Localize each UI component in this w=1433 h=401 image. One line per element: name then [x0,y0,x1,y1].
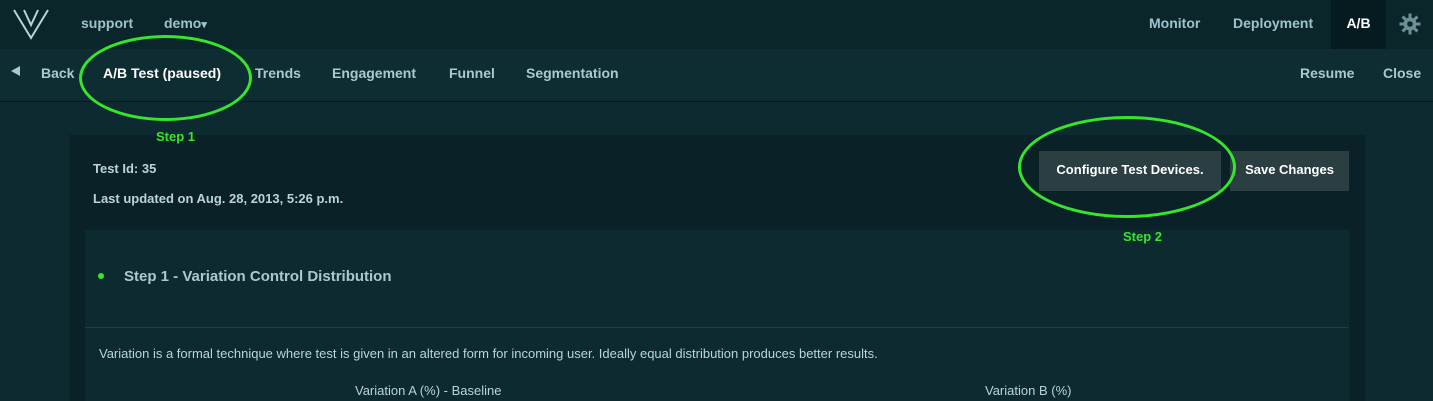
last-updated: Last updated on Aug. 28, 2013, 5:26 p.m. [93,191,344,206]
step2-annotation: Step 2 [1123,229,1163,244]
close-link[interactable]: Close [1383,65,1421,81]
top-navigation-bar: support demo▾ Monitor Deployment A/B [0,0,1433,49]
save-changes-button[interactable]: Save Changes [1230,151,1349,191]
nav-monitor-link[interactable]: Monitor [1149,15,1200,31]
tab-funnel[interactable]: Funnel [449,65,495,81]
tab-trends[interactable]: Trends [255,65,301,81]
step2-highlight-ellipse [1018,116,1236,218]
back-link[interactable]: Back [41,65,74,81]
nav-support-link[interactable]: support [81,15,133,31]
variation-b-label: Variation B (%) [985,383,1072,398]
section-divider [85,327,1349,328]
tab-engagement[interactable]: Engagement [332,65,416,81]
chevron-down-icon: ▾ [201,19,207,31]
tab-segmentation[interactable]: Segmentation [526,65,619,81]
test-id: Test Id: 35 [93,161,157,176]
step1-annotation: Step 1 [156,129,196,144]
gear-icon[interactable] [1399,13,1421,35]
variation-section [85,230,1349,401]
back-arrow-icon[interactable] [11,66,20,76]
section-description: Variation is a formal technique where te… [99,346,878,361]
resume-link[interactable]: Resume [1300,65,1354,81]
step1-highlight-ellipse [79,35,252,121]
nav-demo-label: demo [164,15,202,31]
section-title: Step 1 - Variation Control Distribution [124,268,392,285]
nav-deployment-link[interactable]: Deployment [1233,15,1313,31]
bullet-icon [98,273,104,279]
nav-demo-dropdown[interactable]: demo▾ [164,15,207,31]
v-logo-icon[interactable] [12,8,50,40]
variation-a-label: Variation A (%) - Baseline [355,383,502,398]
nav-ab-tab-active[interactable]: A/B [1331,0,1386,49]
